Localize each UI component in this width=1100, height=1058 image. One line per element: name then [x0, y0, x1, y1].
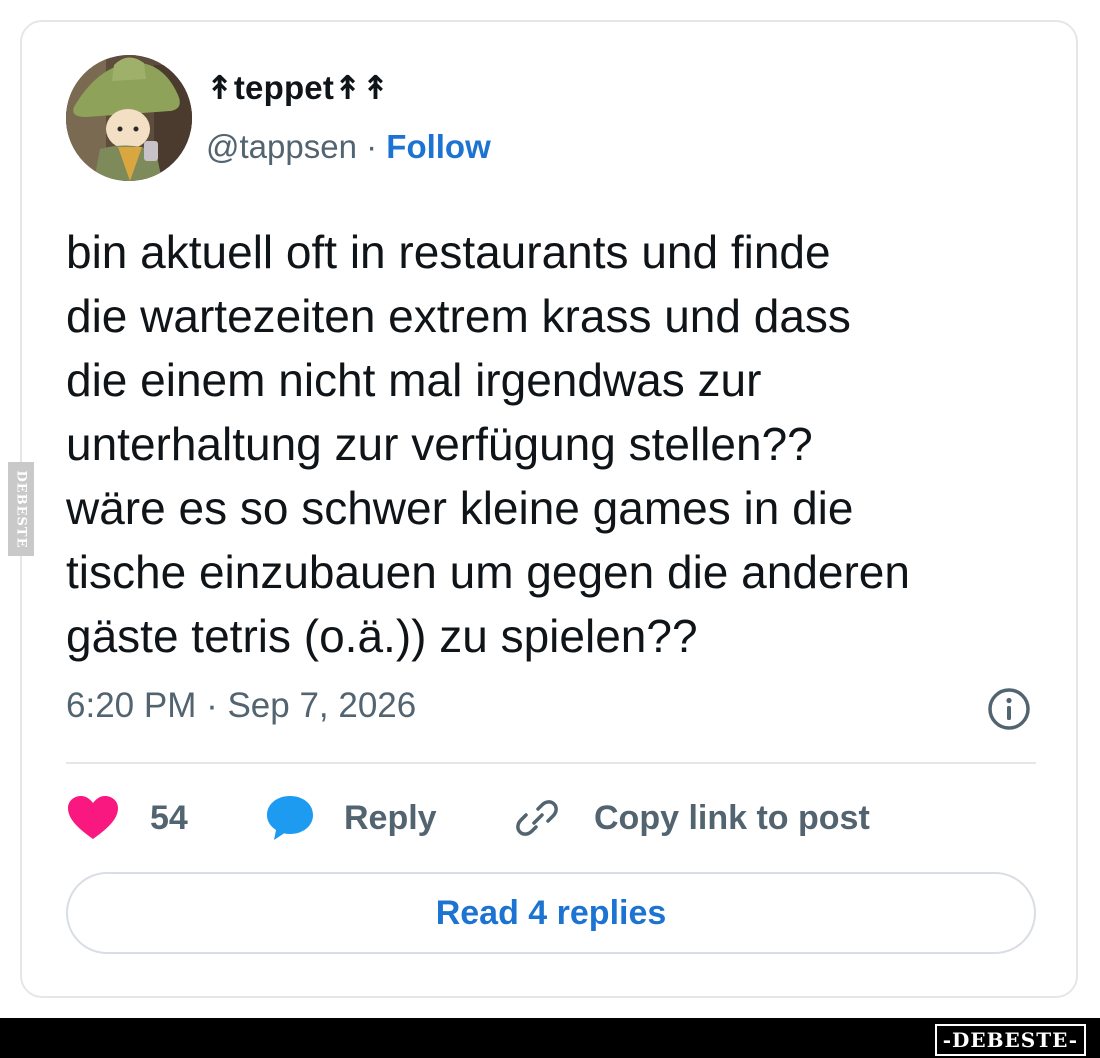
reply-label: Reply	[344, 798, 437, 837]
avatar[interactable]	[66, 55, 192, 181]
follow-button[interactable]: Follow	[386, 128, 490, 165]
post-text: bin aktuell oft in restaurants und finde…	[66, 220, 1066, 668]
author-handle[interactable]: @tappsen	[206, 128, 357, 165]
brand-logo: -DEBESTE-	[934, 1024, 1086, 1056]
like-count: 54	[150, 798, 188, 837]
post-text-line: die einem nicht mal irgendwas zur	[66, 354, 762, 406]
divider	[66, 762, 1036, 764]
post-text-line: gäste tetris (o.ä.)) zu spielen??	[66, 610, 698, 662]
post-text-line: unterhaltung zur verfügung stellen??	[66, 418, 813, 470]
read-replies-button[interactable]: Read 4 replies	[66, 872, 1036, 954]
side-watermark: DEBESTE	[8, 462, 34, 556]
post-text-line: wäre es so schwer kleine games in die	[66, 482, 854, 534]
post-timestamp[interactable]: 6:20 PM · Sep 7, 2026	[66, 686, 416, 726]
post-text-line: bin aktuell oft in restaurants und finde	[66, 226, 831, 278]
reply-bubble-icon	[264, 792, 316, 844]
copy-link-label: Copy link to post	[594, 798, 870, 837]
bottom-watermark-bar: -DEBESTE-	[0, 1018, 1100, 1058]
post-text-line: die wartezeiten extrem krass und dass	[66, 290, 851, 342]
separator-dot: ·	[366, 128, 378, 165]
heart-icon	[66, 795, 120, 841]
side-watermark-text: DEBESTE	[13, 469, 29, 549]
action-bar: 54 Reply Copy link to post	[66, 788, 1036, 848]
reply-button[interactable]: Reply	[264, 788, 437, 848]
post-card: ↟teppet↟↟ @tappsen · Follow bin aktuell …	[20, 20, 1078, 998]
link-icon	[514, 795, 560, 841]
copy-link-button[interactable]: Copy link to post	[514, 788, 870, 848]
post-text-line: tische einzubauen um gegen die anderen	[66, 546, 910, 598]
like-button[interactable]: 54	[66, 788, 188, 848]
author-handle-row: @tappsen · Follow	[206, 128, 491, 166]
author-display-name[interactable]: ↟teppet↟↟	[206, 68, 390, 107]
info-icon[interactable]	[986, 686, 1032, 732]
